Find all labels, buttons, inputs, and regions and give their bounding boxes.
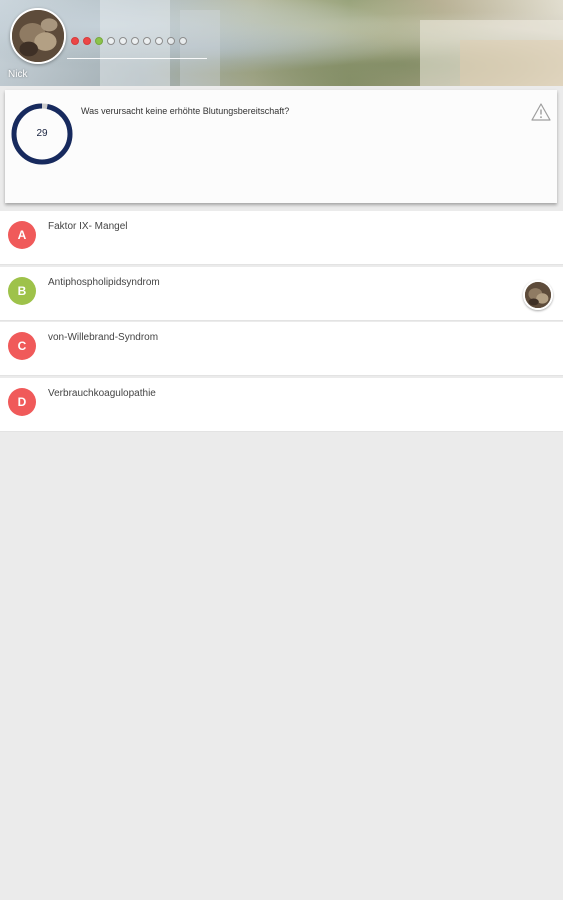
answer-letter-badge: D (8, 387, 36, 416)
answer-list: A Faktor IX- Mangel B Antiphospholipidsyndr… (0, 211, 563, 433)
progress-dot-2 (83, 37, 91, 45)
player-name: Nick (8, 69, 28, 80)
progress-dot-7 (143, 37, 151, 45)
progress-dot-6 (131, 37, 139, 45)
answer-option-a[interactable]: A Faktor IX- Mangel (0, 211, 563, 265)
answer-letter-badge: B (8, 276, 36, 305)
round-progress (71, 37, 187, 45)
player-avatar[interactable] (10, 8, 66, 64)
progress-dot-5 (119, 37, 127, 45)
answer-letter-badge: C (8, 332, 36, 361)
progress-dot-8 (155, 37, 163, 45)
answer-option-d[interactable]: D Verbrauchkoagulopathie (0, 377, 563, 432)
answer-text: Faktor IX- Mangel (48, 221, 128, 232)
progress-underline (67, 58, 207, 59)
opponent-choice-avatar (523, 279, 553, 310)
question-text: Was verursacht keine erhöhte Blutungsber… (81, 106, 290, 116)
background-building (460, 40, 563, 86)
progress-dot-10 (179, 37, 187, 45)
avatar-photo-icon (525, 281, 551, 308)
progress-dot-1 (71, 37, 79, 45)
answer-text: von-Willebrand-Syndrom (48, 332, 159, 344)
background-building (180, 10, 220, 86)
progress-dot-9 (167, 37, 175, 45)
avatar-photo-icon (12, 10, 64, 62)
question-card: 29 Was verursacht keine erhöhte Blutungs… (5, 90, 557, 203)
answer-text: Antiphospholipidsyndrom (48, 276, 160, 288)
progress-dot-4 (107, 37, 115, 45)
warning-icon (531, 103, 551, 121)
answer-letter-badge: A (8, 221, 36, 249)
answer-text: Verbrauchkoagulopathie (48, 387, 156, 399)
answer-option-c[interactable]: Cvon-Willebrand-Syndrom (0, 322, 563, 377)
timer-value: 29 (36, 128, 48, 139)
progress-dot-3 (95, 37, 103, 45)
answer-option-b[interactable]: B Antiphospholipidsyndrom (0, 266, 563, 321)
report-button[interactable] (531, 102, 551, 122)
player-header: Nick (0, 0, 563, 86)
